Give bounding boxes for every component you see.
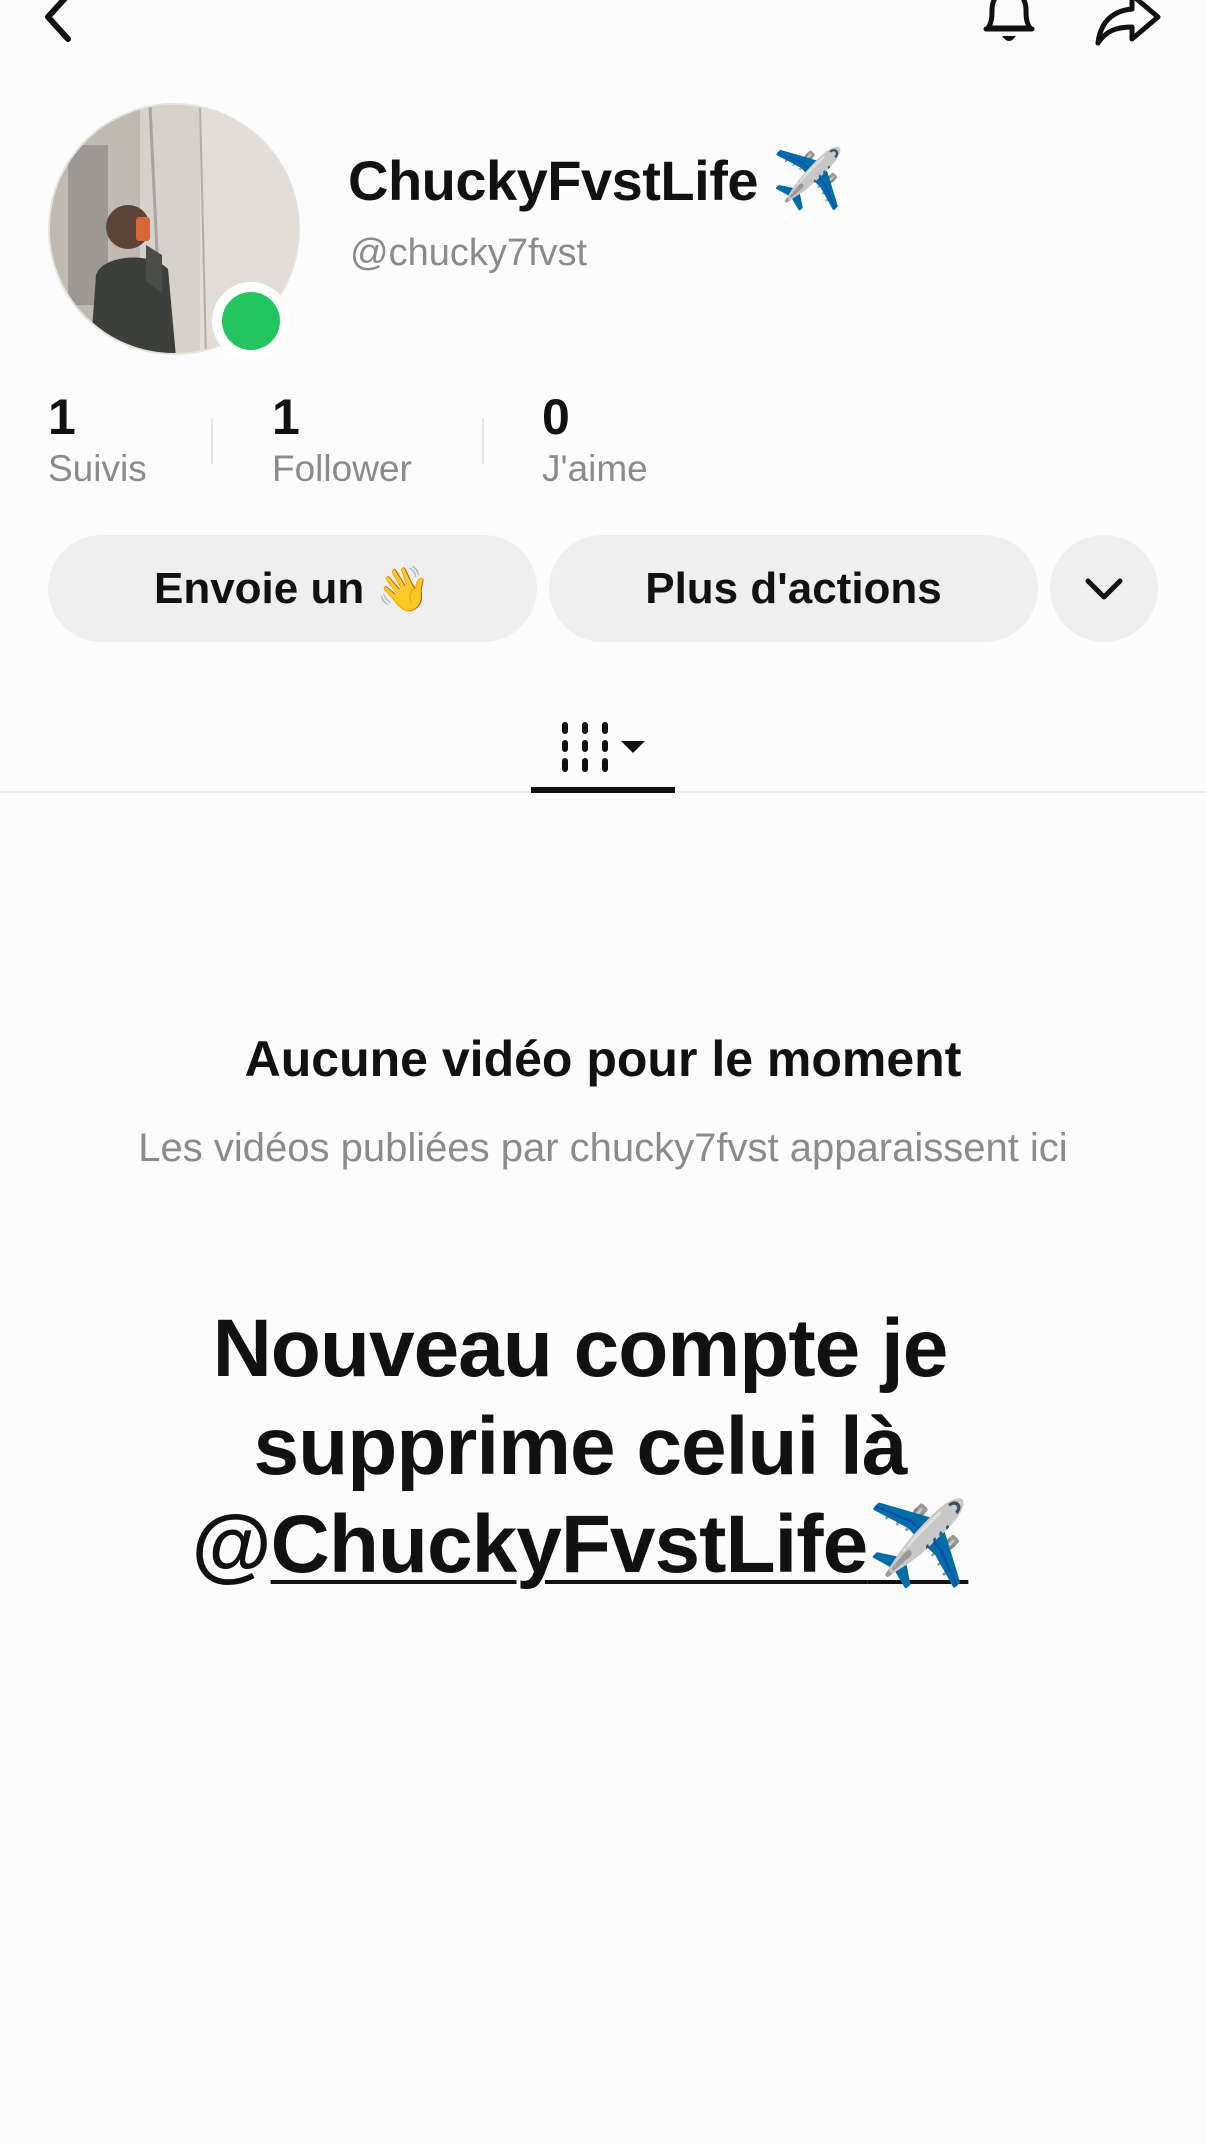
stat-divider [211, 418, 213, 464]
chevron-down-icon [1085, 578, 1123, 599]
empty-state-title: Aucune vidéo pour le moment [244, 1031, 962, 1087]
likes-count: 0 [542, 389, 570, 445]
back-button[interactable] [28, 0, 88, 52]
followers-count: 1 [272, 389, 300, 445]
mention-link[interactable]: ChuckyFvstLife✈️ [270, 1499, 970, 1590]
empty-state-subtitle: Les vidéos publiées par chucky7fvst appa… [138, 1126, 1068, 1170]
top-bar [0, 0, 1206, 60]
following-count: 1 [48, 389, 76, 445]
profile-page: ChuckyFvstLife ✈️ @chucky7fvst 1 Suivis … [0, 0, 1206, 2144]
notifications-button[interactable] [972, 0, 1046, 56]
more-actions-button[interactable]: Plus d'actions [549, 535, 1038, 642]
mention-at: @ [191, 1499, 272, 1590]
active-tab-indicator [531, 787, 675, 793]
content-tab-bar [0, 700, 1206, 793]
overlay-line-2: supprime celui là [253, 1401, 908, 1492]
tab-videos-grid[interactable] [531, 700, 675, 793]
followers-label: Follower [272, 448, 412, 489]
display-name-text: ChuckyFvstLife [348, 148, 759, 212]
share-button[interactable] [1088, 0, 1168, 56]
mention-emoji: ✈️ [867, 1499, 969, 1590]
username: @chucky7fvst [350, 232, 588, 274]
suggestions-toggle-button[interactable] [1050, 535, 1158, 642]
following-label: Suivis [48, 448, 147, 489]
stat-followers[interactable]: 1 Follower [272, 392, 412, 487]
stat-following[interactable]: 1 Suivis [48, 392, 147, 487]
story-text-overlay: Nouveau compte je supprime celui là @Chu… [160, 1300, 1000, 1594]
bell-icon [983, 0, 1035, 41]
more-actions-label: Plus d'actions [645, 563, 942, 613]
likes-label: J'aime [542, 448, 648, 489]
overlay-line-3: @ChuckyFvstLife✈️ [160, 1496, 1000, 1594]
share-arrow-icon [1095, 0, 1161, 46]
send-wave-button[interactable]: Envoie un 👋 [48, 535, 537, 642]
waving-hand-emoji: 👋 [376, 564, 432, 614]
chevron-left-icon [45, 0, 71, 42]
stat-divider [482, 418, 484, 464]
online-status-indicator [212, 282, 290, 360]
send-wave-label: Envoie un [153, 563, 365, 613]
grid-columns-icon [562, 721, 645, 772]
display-name: ChuckyFvstLife ✈️ [348, 146, 844, 214]
airplane-emoji: ✈️ [772, 147, 844, 212]
mention-name: ChuckyFvstLife [270, 1499, 869, 1590]
overlay-line-1: Nouveau compte je [212, 1303, 949, 1394]
stat-likes[interactable]: 0 J'aime [542, 392, 648, 487]
